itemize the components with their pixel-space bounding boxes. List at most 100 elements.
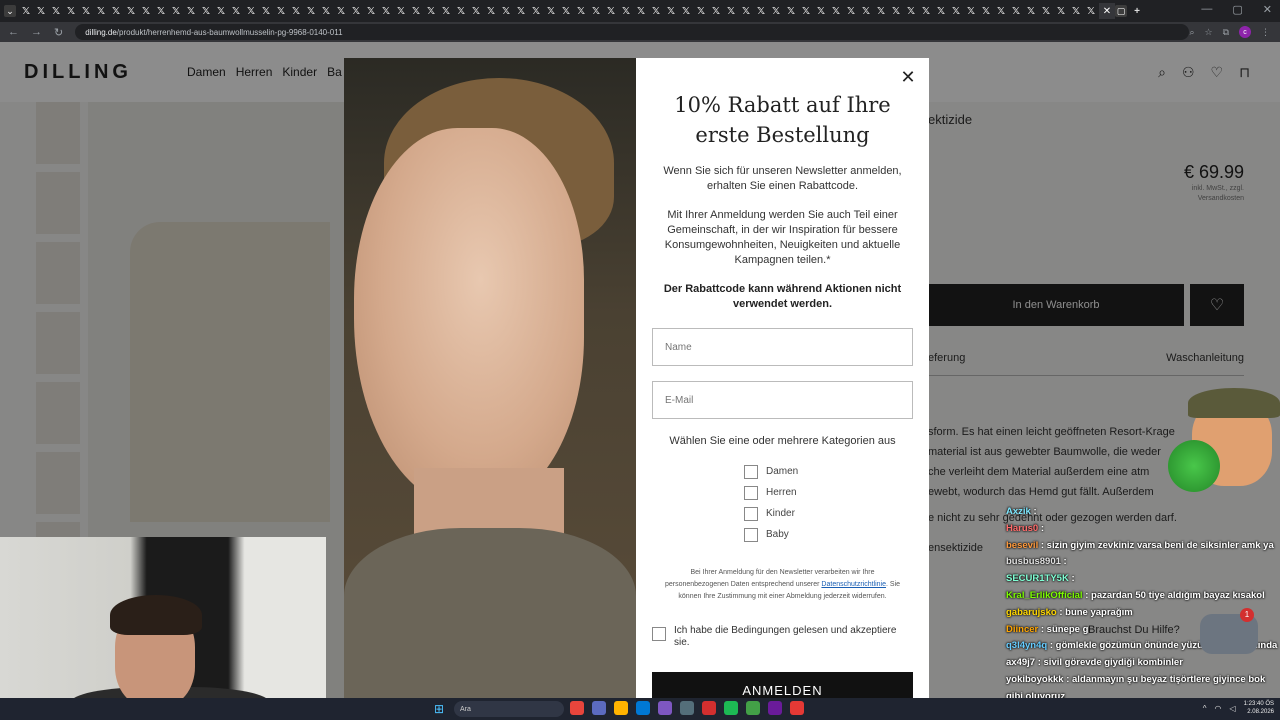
x-tab-icon[interactable]: 𝕏 xyxy=(664,4,678,18)
url-field[interactable]: dilling.de /produkt/herrenhemd-aus-baumw… xyxy=(75,24,1190,40)
x-tab-icon[interactable]: 𝕏 xyxy=(124,4,138,18)
folder-icon[interactable] xyxy=(614,701,628,715)
x-tab-icon[interactable]: 𝕏 xyxy=(19,4,33,18)
x-tab-icon[interactable]: 𝕏 xyxy=(199,4,213,18)
x-tab-icon[interactable]: 𝕏 xyxy=(469,4,483,18)
name-input[interactable] xyxy=(652,328,913,366)
x-tab-icon[interactable]: 𝕏 xyxy=(394,4,408,18)
x-tab-icon[interactable]: 𝕏 xyxy=(34,4,48,18)
category-option-herren[interactable]: Herren xyxy=(744,482,913,503)
x-tab-icon[interactable]: 𝕏 xyxy=(874,4,888,18)
x-tab-icon[interactable]: 𝕏 xyxy=(1069,4,1083,18)
x-tab-icon[interactable]: 𝕏 xyxy=(1024,4,1038,18)
x-tab-icon[interactable]: 𝕏 xyxy=(424,4,438,18)
active-tab-close-icon[interactable]: ✕ xyxy=(1099,3,1115,19)
x-tab-icon[interactable]: 𝕏 xyxy=(1054,4,1068,18)
email-input[interactable] xyxy=(652,381,913,419)
x-tab-icon[interactable]: 𝕏 xyxy=(499,4,513,18)
x-tab-icon[interactable]: 𝕏 xyxy=(184,4,198,18)
app-icon[interactable] xyxy=(658,701,672,715)
x-tab-icon[interactable]: 𝕏 xyxy=(964,4,978,18)
subscribe-button[interactable]: ANMELDEN xyxy=(652,672,913,698)
taskbar-search[interactable]: Ara xyxy=(454,701,564,717)
x-tab-icon[interactable]: 𝕏 xyxy=(709,4,723,18)
extensions-icon[interactable]: ⧉ xyxy=(1223,27,1229,38)
terms-consent[interactable]: Ich habe die Bedingungen gelesen und akz… xyxy=(652,625,913,649)
forward-icon[interactable]: → xyxy=(31,26,42,38)
x-tab-icon[interactable]: 𝕏 xyxy=(724,4,738,18)
app-icon[interactable] xyxy=(768,701,782,715)
x-tab-icon[interactable]: 𝕏 xyxy=(244,4,258,18)
reload-icon[interactable]: ↻ xyxy=(54,26,63,39)
bookmark-star-icon[interactable]: ☆ xyxy=(1204,27,1212,38)
x-tab-icon[interactable]: 𝕏 xyxy=(859,4,873,18)
x-tab-icon[interactable]: 𝕏 xyxy=(259,4,273,18)
x-tab-icon[interactable]: 𝕏 xyxy=(754,4,768,18)
x-tab-icon[interactable]: 𝕏 xyxy=(139,4,153,18)
x-tab-icon[interactable]: 𝕏 xyxy=(799,4,813,18)
new-tab-icon[interactable]: + xyxy=(1130,4,1144,18)
x-tab-icon[interactable]: 𝕏 xyxy=(349,4,363,18)
x-tab-icon[interactable]: 𝕏 xyxy=(484,4,498,18)
tab-icon[interactable]: ⌄ xyxy=(4,5,16,17)
x-tab-icon[interactable]: 𝕏 xyxy=(64,4,78,18)
volume-icon[interactable]: ◁ xyxy=(1229,704,1235,713)
x-tab-icon[interactable]: 𝕏 xyxy=(319,4,333,18)
x-tab-icon[interactable]: 𝕏 xyxy=(994,4,1008,18)
x-tab-icon[interactable]: 𝕏 xyxy=(514,4,528,18)
x-tab-icon[interactable]: 𝕏 xyxy=(409,4,423,18)
x-tab-icon[interactable]: 𝕏 xyxy=(979,4,993,18)
x-tab-icon[interactable]: 𝕏 xyxy=(829,4,843,18)
close-window-icon[interactable]: ✕ xyxy=(1263,3,1272,16)
x-tab-icon[interactable]: 𝕏 xyxy=(949,4,963,18)
profile-avatar[interactable]: c xyxy=(1239,26,1251,38)
x-tab-icon[interactable]: 𝕏 xyxy=(769,4,783,18)
x-tab-icon[interactable]: 𝕏 xyxy=(1084,4,1098,18)
menu-dots-icon[interactable]: ⋮ xyxy=(1261,27,1270,38)
x-tab-icon[interactable]: 𝕏 xyxy=(274,4,288,18)
x-tab-icon[interactable]: 𝕏 xyxy=(919,4,933,18)
x-tab-icon[interactable]: 𝕏 xyxy=(439,4,453,18)
x-tab-icon[interactable]: 𝕏 xyxy=(1009,4,1023,18)
maximize-icon[interactable]: ▢ xyxy=(1232,3,1242,16)
x-tab-icon[interactable]: 𝕏 xyxy=(544,4,558,18)
app-icon[interactable] xyxy=(790,701,804,715)
spotify-icon[interactable] xyxy=(724,701,738,715)
x-tab-icon[interactable]: 𝕏 xyxy=(844,4,858,18)
x-tab-icon[interactable]: 𝕏 xyxy=(109,4,123,18)
app-icon[interactable] xyxy=(592,701,606,715)
app-icon[interactable] xyxy=(746,701,760,715)
checkbox[interactable] xyxy=(744,485,758,500)
chevron-up-icon[interactable]: ^ xyxy=(1203,704,1207,713)
x-tab-icon[interactable]: 𝕏 xyxy=(79,4,93,18)
checkbox[interactable] xyxy=(744,506,758,521)
x-tab-icon[interactable]: 𝕏 xyxy=(154,4,168,18)
x-tab-icon[interactable]: 𝕏 xyxy=(454,4,468,18)
x-tab-icon[interactable]: 𝕏 xyxy=(889,4,903,18)
category-option-baby[interactable]: Baby xyxy=(744,524,913,545)
category-option-damen[interactable]: Damen xyxy=(744,461,913,482)
x-tab-icon[interactable]: 𝕏 xyxy=(334,4,348,18)
edge-icon[interactable] xyxy=(636,701,650,715)
x-tab-icon[interactable]: 𝕏 xyxy=(304,4,318,18)
x-tab-icon[interactable]: 𝕏 xyxy=(289,4,303,18)
x-tab-icon[interactable]: 𝕏 xyxy=(814,4,828,18)
x-tab-icon[interactable]: 𝕏 xyxy=(229,4,243,18)
x-tab-icon[interactable]: 𝕏 xyxy=(1039,4,1053,18)
wifi-icon[interactable]: ◠ xyxy=(1215,704,1222,713)
x-tab-icon[interactable]: 𝕏 xyxy=(379,4,393,18)
minimize-icon[interactable]: — xyxy=(1201,3,1212,16)
x-tab-icon[interactable]: 𝕏 xyxy=(364,4,378,18)
tab-icon[interactable]: ▢ xyxy=(1115,5,1127,17)
app-icon[interactable] xyxy=(680,701,694,715)
x-tab-icon[interactable]: 𝕏 xyxy=(574,4,588,18)
zoom-icon[interactable]: ⌕ xyxy=(1189,27,1194,38)
x-tab-icon[interactable]: 𝕏 xyxy=(904,4,918,18)
x-tab-icon[interactable]: 𝕏 xyxy=(619,4,633,18)
x-tab-icon[interactable]: 𝕏 xyxy=(649,4,663,18)
x-tab-icon[interactable]: 𝕏 xyxy=(694,4,708,18)
x-tab-icon[interactable]: 𝕏 xyxy=(169,4,183,18)
x-tab-icon[interactable]: 𝕏 xyxy=(94,4,108,18)
app-icon[interactable] xyxy=(702,701,716,715)
x-tab-icon[interactable]: 𝕏 xyxy=(934,4,948,18)
